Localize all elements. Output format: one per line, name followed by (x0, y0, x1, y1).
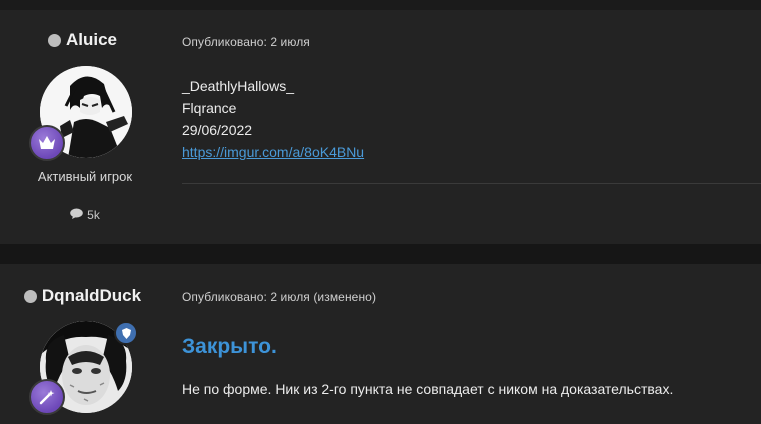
sparkle-badge-icon (29, 379, 65, 415)
close-reason: Не по форме. Ник из 2-го пункта не совпа… (182, 381, 674, 397)
author-name[interactable]: DqnaldDuck (0, 286, 165, 306)
post: DqnaldDuck Опубликовано: 2 июля (изменен… (0, 264, 761, 424)
crown-badge-icon (29, 125, 65, 161)
author-name-label[interactable]: Aluice (66, 30, 117, 50)
content-divider (182, 183, 761, 184)
shield-icon (114, 321, 138, 345)
author-name[interactable]: Aluice (0, 30, 165, 50)
content-line: Flqrance (182, 100, 237, 116)
content-line: 29/06/2022 (182, 122, 253, 138)
closed-title: Закрыто. (182, 335, 277, 358)
post: Aluice Активный игрок 5k Опубликовано: 2… (0, 10, 761, 244)
post-count: 5k (0, 208, 170, 222)
content-line: _DeathlyHallows_ (182, 78, 295, 94)
author-name-label[interactable]: DqnaldDuck (42, 286, 141, 306)
post-meta: Опубликовано: 2 июля (182, 35, 310, 49)
imgur-link[interactable]: https://imgur.com/a/8oK4BNu (182, 144, 364, 160)
top-bar (0, 0, 761, 10)
speech-bubble-icon (70, 208, 83, 222)
post-meta: Опубликовано: 2 июля (изменено) (182, 290, 377, 304)
rank-title: Активный игрок (37, 169, 133, 184)
post-count-value: 5k (87, 208, 100, 222)
online-status-icon (23, 289, 37, 303)
online-status-icon (47, 33, 61, 47)
post-content: _DeathlyHallows_ Flqrance 29/06/2022 htt… (182, 75, 364, 163)
